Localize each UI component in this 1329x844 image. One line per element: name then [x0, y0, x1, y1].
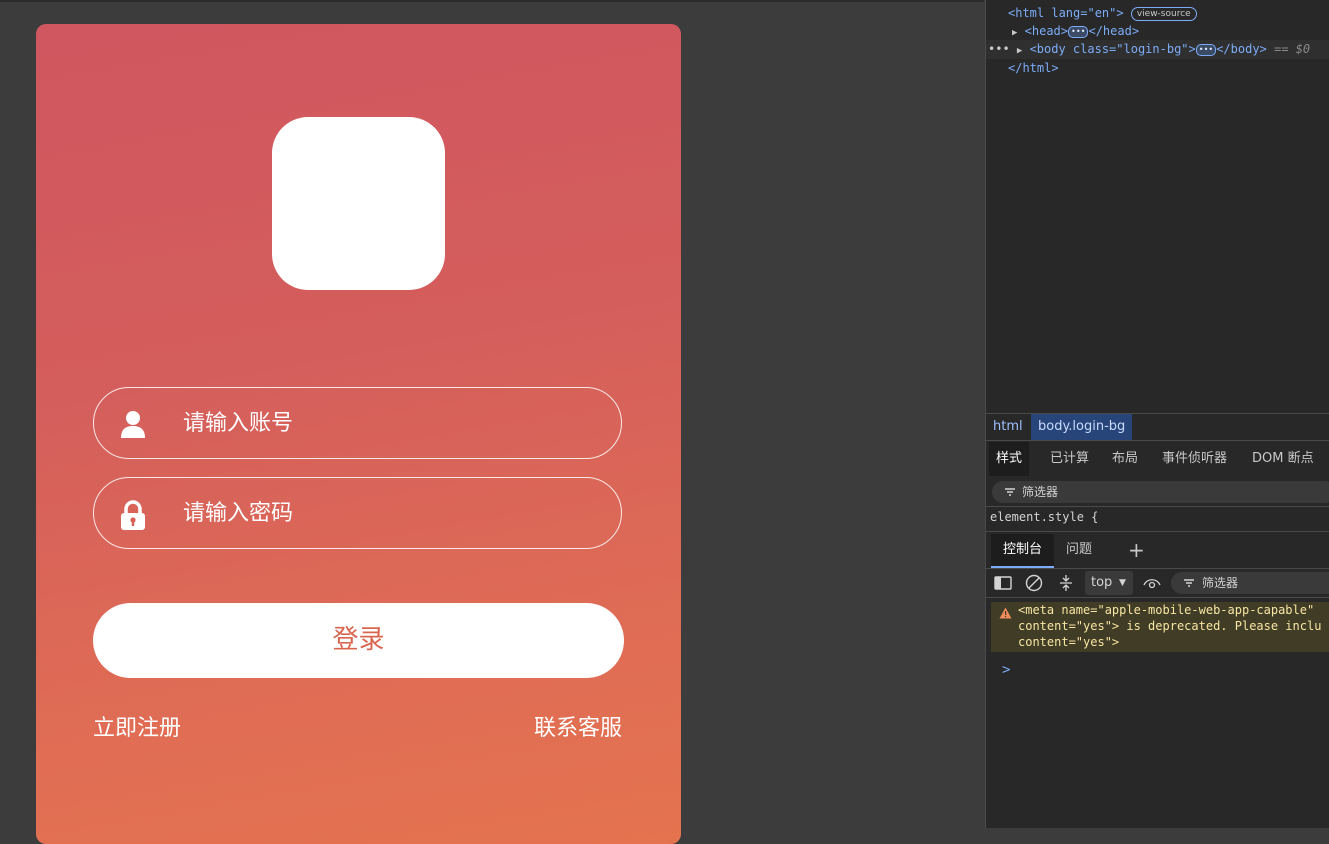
tab-computed[interactable]: 已计算 — [1043, 442, 1096, 476]
tab-event-listeners[interactable]: 事件侦听器 — [1155, 442, 1234, 476]
lock-icon — [121, 500, 145, 530]
tab-layout[interactable]: 布局 — [1105, 442, 1145, 476]
divider — [986, 597, 1329, 598]
console-prompt[interactable]: > — [1002, 662, 1010, 678]
page-viewport: 请输入账号 请输入密码 登录 立即注册 联系客服 — [0, 0, 984, 844]
collapse-icon[interactable] — [1059, 574, 1073, 595]
warning-line-1: <meta name="apple-mobile-web-app-capable… — [1018, 603, 1315, 617]
tab-dom-breakpoints[interactable]: DOM 断点 — [1245, 442, 1321, 476]
console-toolbar: top ▼ 筛选器 — [986, 569, 1329, 597]
styles-filter-input[interactable]: 筛选器 — [992, 481, 1329, 503]
warning-icon — [999, 607, 1012, 622]
register-link[interactable]: 立即注册 — [93, 710, 181, 742]
dom-html-close[interactable]: </html> — [1008, 61, 1059, 75]
warning-line-3: content="yes"> — [1018, 635, 1120, 649]
expand-triangle-icon[interactable]: ▶ — [1012, 28, 1017, 38]
user-icon — [121, 411, 145, 438]
login-button[interactable]: 登录 — [93, 603, 624, 678]
add-tab-icon[interactable]: + — [1128, 534, 1145, 566]
divider — [986, 506, 1329, 507]
console-warning[interactable]: <meta name="apple-mobile-web-app-capable… — [991, 602, 1329, 652]
eye-icon[interactable] — [1143, 576, 1161, 593]
ellipsis-icon[interactable]: ••• — [1195, 44, 1217, 56]
breadcrumb: html body.login-bg — [986, 414, 1329, 440]
contact-support-link[interactable]: 联系客服 — [534, 710, 622, 742]
app-logo — [272, 117, 445, 290]
divider — [986, 440, 1329, 441]
account-input[interactable]: 请输入账号 — [183, 388, 293, 460]
context-select[interactable]: top ▼ — [1085, 571, 1133, 595]
sidebar-toggle-icon[interactable] — [994, 576, 1012, 593]
expand-triangle-icon[interactable]: ▶ — [1017, 46, 1022, 56]
styles-tabbar: 样式 已计算 布局 事件侦听器 DOM 断点 — [986, 442, 1329, 476]
password-field[interactable]: 请输入密码 — [93, 477, 622, 549]
view-source-badge[interactable]: view-source — [1130, 7, 1197, 21]
devtools-panel: <html lang="en"> view-source ▶ <head> •••… — [985, 0, 1329, 828]
warning-line-2: content="yes"> is deprecated. Please inc… — [1018, 619, 1322, 633]
ellipsis-icon[interactable]: ••• — [1068, 26, 1089, 38]
more-dots-icon[interactable]: ••• — [988, 42, 1010, 56]
login-card: 请输入账号 请输入密码 登录 立即注册 联系客服 — [36, 24, 681, 844]
dom-html-open[interactable]: <html lang="en"> view-source — [1008, 6, 1197, 21]
account-field[interactable]: 请输入账号 — [93, 387, 622, 459]
viewport-top-border — [0, 0, 984, 2]
dom-head-node[interactable]: ▶ <head> ••• </head> — [1012, 24, 1139, 38]
clear-console-icon[interactable] — [1025, 574, 1043, 595]
dropdown-arrow-icon: ▼ — [1119, 578, 1126, 588]
drawer-tabbar: 控制台 问题 + — [986, 532, 1329, 568]
tab-issues[interactable]: 问题 — [1066, 534, 1092, 566]
breadcrumb-body[interactable]: body.login-bg — [1031, 414, 1133, 440]
element-style-rule[interactable]: element.style { — [990, 510, 1098, 524]
console-filter-input[interactable]: 筛选器 — [1171, 572, 1329, 594]
breadcrumb-html[interactable]: html — [986, 414, 1030, 440]
tab-styles[interactable]: 样式 — [989, 442, 1030, 476]
tab-console[interactable]: 控制台 — [991, 534, 1055, 568]
dom-body-node[interactable]: ••• ▶ <body class="login-bg"> ••• </body> … — [988, 42, 1310, 56]
password-input[interactable]: 请输入密码 — [183, 478, 293, 550]
